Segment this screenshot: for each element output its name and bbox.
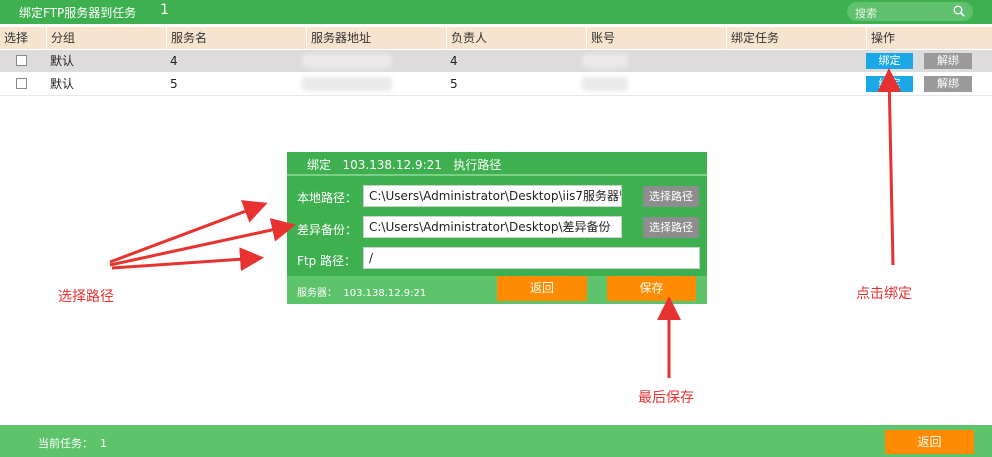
arrow-to-diff-backup — [109, 218, 296, 267]
arrow-to-bind-button — [877, 68, 902, 266]
arrow-to-local-path — [109, 200, 268, 264]
annotation-arrows — [109, 68, 902, 378]
annotation-click-bind: 点击绑定 — [856, 286, 912, 302]
current-task-label: 当前任务： 1 — [38, 437, 107, 450]
back-button[interactable]: 返回 — [885, 430, 974, 454]
annotation-final-save: 最后保存 — [638, 390, 694, 406]
annotation-select-path: 选择路径 — [58, 289, 114, 305]
bottom-bar: 当前任务： 1 返回 — [0, 425, 992, 457]
